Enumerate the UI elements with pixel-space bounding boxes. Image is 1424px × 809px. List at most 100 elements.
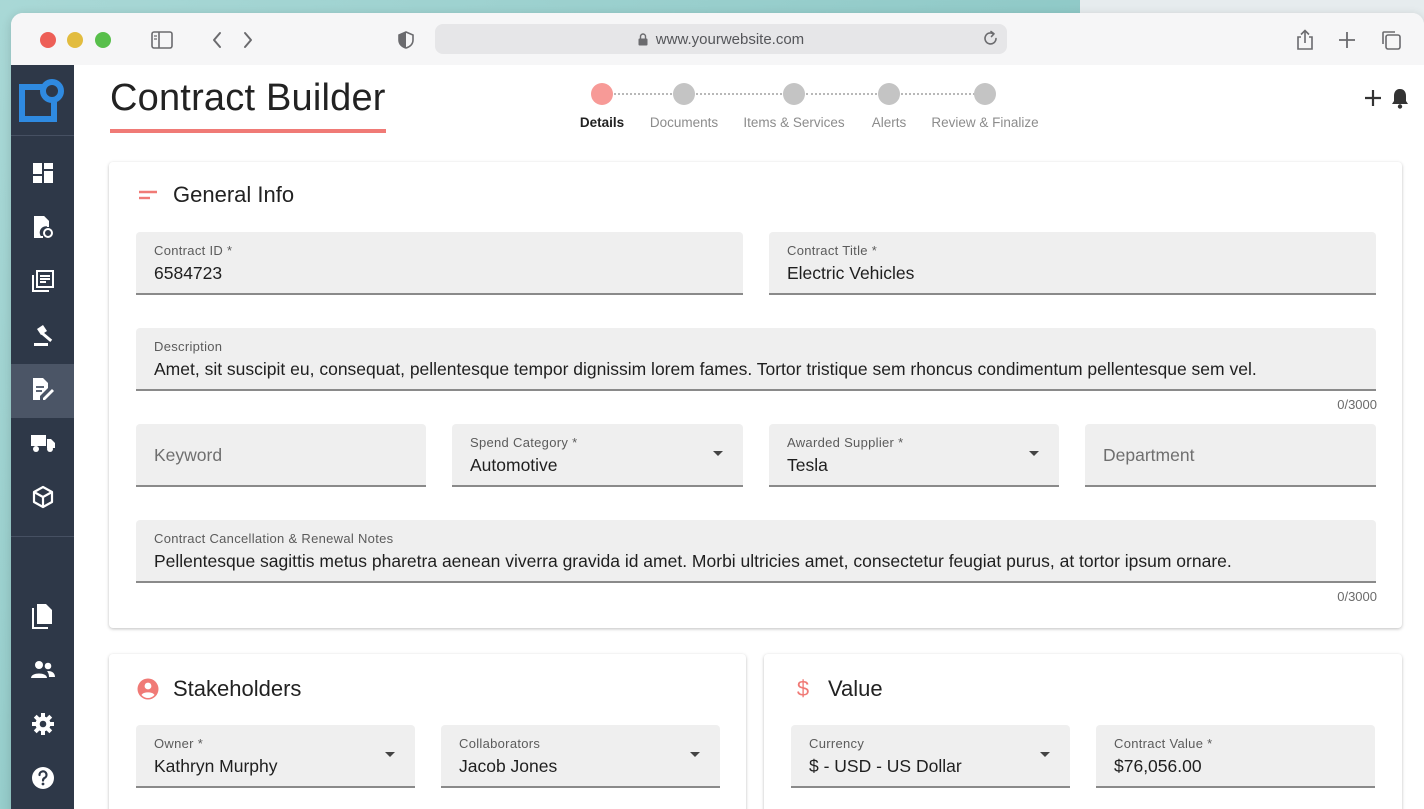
keyword-field[interactable]: Keyword — [136, 424, 426, 487]
notes-label: Contract Cancellation & Renewal Notes — [154, 531, 394, 546]
notes-value: Pellentesque sagittis metus pharetra aen… — [154, 551, 1232, 571]
step-connector — [696, 93, 790, 95]
add-icon[interactable] — [1364, 89, 1382, 112]
close-window-button[interactable] — [40, 32, 56, 48]
sidebar-item-dashboard[interactable] — [11, 148, 74, 202]
awarded-supplier-value: Tesla — [787, 455, 828, 475]
browser-toolbar: www.yourwebsite.com — [11, 13, 1424, 65]
sidebar-item-help[interactable] — [11, 753, 74, 807]
sidebar-item-users[interactable] — [11, 645, 74, 699]
contract-value-value: $76,056.00 — [1114, 756, 1202, 776]
dropdown-arrow-icon[interactable] — [1029, 451, 1039, 456]
dashboard-icon — [32, 162, 54, 189]
sidebar-item-shipping[interactable] — [11, 418, 74, 472]
currency-value: $ - USD - US Dollar — [809, 756, 962, 776]
general-info-title: General Info — [173, 182, 295, 207]
document-settings-icon — [32, 215, 54, 244]
spend-category-value: Automotive — [470, 455, 558, 475]
reload-icon[interactable] — [982, 30, 999, 47]
spend-category-select[interactable]: Spend Category * Automotive — [452, 424, 743, 487]
tabs-overview-icon[interactable] — [1378, 27, 1404, 53]
owner-select[interactable]: Owner * Kathryn Murphy — [136, 725, 415, 788]
step-documents-dot[interactable] — [673, 83, 695, 105]
url-text: www.yourwebsite.com — [655, 30, 805, 48]
forward-icon[interactable] — [235, 27, 261, 53]
spend-category-label: Spend Category * — [470, 435, 578, 450]
general-info-heading: General Info — [137, 182, 294, 208]
cancellation-renewal-notes-field[interactable]: Contract Cancellation & Renewal Notes Pe… — [136, 520, 1376, 583]
currency-label: Currency — [809, 736, 865, 751]
contract-value-label: Contract Value * — [1114, 736, 1213, 751]
bell-icon[interactable] — [1390, 87, 1410, 114]
sidebar-divider — [11, 135, 74, 136]
main-content: Contract Builder Details Documents Items… — [74, 65, 1424, 809]
dropdown-arrow-icon[interactable] — [713, 451, 723, 456]
dropdown-arrow-icon[interactable] — [690, 752, 700, 757]
step-documents-label[interactable]: Documents — [650, 115, 718, 130]
description-field[interactable]: Description Amet, sit suscipit eu, conse… — [136, 328, 1376, 391]
contract-title-label: Contract Title * — [787, 243, 878, 258]
contract-title-field[interactable]: Contract Title * Electric Vehicles — [769, 232, 1376, 295]
notes-char-counter: 0/3000 — [1337, 589, 1377, 604]
contract-id-label: Contract ID * — [154, 243, 233, 258]
awarded-supplier-select[interactable]: Awarded Supplier * Tesla — [769, 424, 1059, 487]
contract-id-field[interactable]: Contract ID * 6584723 — [136, 232, 743, 295]
app-sidebar — [11, 65, 74, 809]
back-icon[interactable] — [204, 27, 230, 53]
step-items-services-dot[interactable] — [783, 83, 805, 105]
sidebar-item-document-settings[interactable] — [11, 202, 74, 256]
dropdown-arrow-icon[interactable] — [1040, 752, 1050, 757]
page-title: Contract Builder — [110, 77, 386, 119]
address-bar[interactable]: www.yourwebsite.com — [435, 24, 1007, 54]
value-card: $ Value Currency $ - USD - US Dollar Con… — [764, 654, 1402, 809]
package-icon — [31, 485, 55, 514]
lock-icon — [638, 32, 648, 46]
browser-window: www.yourwebsite.com Contract Builder Det… — [11, 13, 1424, 809]
stakeholders-card: Stakeholders Owner * Kathryn Murphy Coll… — [109, 654, 746, 809]
value-title: Value — [828, 676, 883, 701]
edit-document-icon — [31, 377, 55, 406]
privacy-shield-icon[interactable] — [393, 27, 419, 53]
gear-icon — [31, 712, 55, 741]
maximize-window-button[interactable] — [95, 32, 111, 48]
description-label: Description — [154, 339, 223, 354]
contract-value-field[interactable]: Contract Value * $76,056.00 — [1096, 725, 1375, 788]
awarded-supplier-label: Awarded Supplier * — [787, 435, 904, 450]
contract-id-value: 6584723 — [154, 263, 223, 283]
step-review-finalize-label[interactable]: Review & Finalize — [931, 115, 1038, 130]
people-icon — [30, 660, 56, 685]
sidebar-toggle-icon[interactable] — [149, 27, 175, 53]
stakeholders-heading: Stakeholders — [137, 676, 301, 702]
short-text-icon — [137, 184, 159, 206]
minimize-window-button[interactable] — [67, 32, 83, 48]
description-char-counter: 0/3000 — [1337, 397, 1377, 412]
step-connector — [806, 93, 885, 95]
department-field[interactable]: Department — [1085, 424, 1376, 487]
owner-value: Kathryn Murphy — [154, 756, 278, 776]
sidebar-item-legal[interactable] — [11, 310, 74, 364]
step-alerts-dot[interactable] — [878, 83, 900, 105]
step-details-dot[interactable] — [591, 83, 613, 105]
step-alerts-label[interactable]: Alerts — [872, 115, 907, 130]
collaborators-value: Jacob Jones — [459, 756, 558, 776]
contract-title-value: Electric Vehicles — [787, 263, 915, 283]
keyword-placeholder: Keyword — [154, 445, 223, 465]
step-items-services-label[interactable]: Items & Services — [743, 115, 844, 130]
new-tab-icon[interactable] — [1334, 27, 1360, 53]
sidebar-item-settings[interactable] — [11, 699, 74, 753]
step-details-label[interactable]: Details — [580, 115, 624, 130]
currency-select[interactable]: Currency $ - USD - US Dollar — [791, 725, 1070, 788]
title-underline — [110, 129, 386, 133]
step-review-finalize-dot[interactable] — [974, 83, 996, 105]
app-logo[interactable] — [19, 77, 67, 123]
collaborators-select[interactable]: Collaborators Jacob Jones — [441, 725, 720, 788]
dropdown-arrow-icon[interactable] — [385, 752, 395, 757]
description-value: Amet, sit suscipit eu, consequat, pellen… — [154, 359, 1257, 379]
sidebar-item-contracts[interactable] — [11, 364, 74, 418]
share-icon[interactable] — [1292, 27, 1318, 53]
top-actions — [1364, 87, 1410, 114]
sidebar-divider — [11, 536, 74, 537]
sidebar-item-files[interactable] — [11, 591, 74, 645]
sidebar-item-library[interactable] — [11, 256, 74, 310]
sidebar-item-products[interactable] — [11, 472, 74, 526]
